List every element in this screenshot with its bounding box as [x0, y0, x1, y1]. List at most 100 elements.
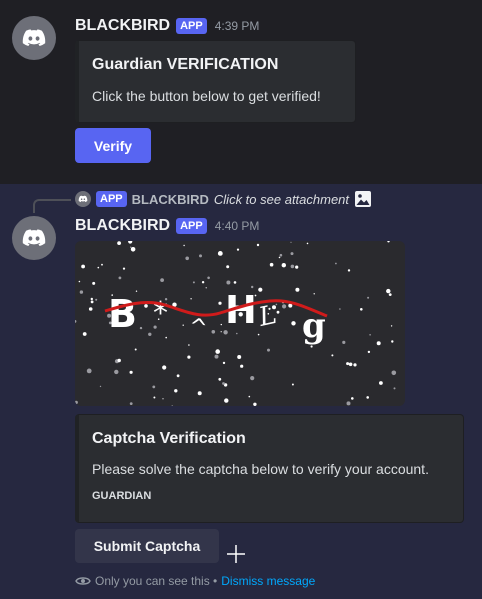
timestamp[interactable]: 4:40 PM — [215, 219, 260, 233]
captcha-noise-dot — [88, 307, 93, 311]
app-badge: APP — [176, 218, 207, 234]
captcha-noise-dot — [236, 332, 238, 335]
captcha-noise-dot — [90, 297, 93, 301]
captcha-noise-dot — [190, 298, 192, 300]
embed-description: Click the button below to get verified! — [92, 88, 321, 104]
captcha-noise-dot — [152, 385, 156, 389]
captcha-noise-dot — [218, 301, 222, 305]
captcha-noise-dot — [290, 252, 294, 256]
captcha-noise-dot — [291, 383, 294, 386]
captcha-noise-dot — [279, 253, 283, 257]
dismiss-message-link[interactable]: Dismiss message — [221, 574, 315, 588]
captcha-noise-dot — [75, 400, 78, 405]
captcha-noise-dot — [256, 243, 260, 247]
captcha-noise-dot — [118, 276, 122, 280]
captcha-noise-dot — [129, 370, 133, 374]
captcha-noise-dot — [291, 321, 296, 326]
captcha-glyph-2: * — [153, 296, 168, 331]
captcha-noise-dot — [240, 364, 244, 368]
captcha-noise-dot — [295, 265, 299, 269]
captcha-noise-dot — [391, 370, 397, 376]
author-name[interactable]: BLACKBIRD — [75, 17, 170, 35]
captcha-noise-dot — [339, 308, 341, 310]
captcha-noise-dot — [220, 331, 222, 333]
captcha-image[interactable]: B * ^ H L g — [75, 241, 405, 406]
captcha-noise-dot — [117, 241, 121, 245]
captcha-noise-dot — [130, 246, 132, 248]
captcha-noise-dot — [128, 241, 133, 244]
captcha-noise-dot — [217, 251, 223, 256]
ephemeral-text: Only you can see this • — [95, 574, 218, 588]
captcha-noise-dot — [160, 278, 164, 282]
captcha-noise-dot — [390, 325, 393, 327]
submit-captcha-button[interactable]: Submit Captcha — [75, 529, 219, 563]
captcha-noise-dot — [282, 304, 287, 309]
captcha-noise-dot — [101, 263, 103, 266]
embed-title: Captcha Verification — [92, 430, 246, 447]
captcha-noise-dot — [139, 326, 143, 330]
reply-preview[interactable]: APP BLACKBIRD Click to see attachment — [75, 190, 372, 208]
author-name[interactable]: BLACKBIRD — [75, 217, 170, 235]
captcha-noise-dot — [215, 349, 220, 354]
crosshair-cursor-icon — [227, 545, 245, 563]
captcha-noise-dot — [226, 265, 230, 269]
captcha-noise-dot — [226, 280, 231, 285]
reply-text[interactable]: Click to see attachment — [214, 192, 349, 207]
captcha-noise-dot — [369, 334, 371, 336]
captcha-glyph-3: ^ — [187, 314, 209, 341]
message-header: BLACKBIRD APP 4:40 PM — [75, 217, 259, 235]
bot-avatar[interactable] — [12, 216, 56, 260]
captcha-noise-dot — [165, 336, 167, 339]
captcha-noise-dot — [182, 324, 184, 326]
verify-button[interactable]: Verify — [75, 128, 151, 163]
captcha-noise-dot — [269, 262, 274, 267]
embed-title: Guardian VERIFICATION — [92, 56, 279, 73]
captcha-noise-dot — [201, 281, 205, 284]
captcha-noise-dot — [348, 362, 353, 367]
captcha-noise-dot — [267, 348, 270, 352]
captcha-noise-dot — [346, 362, 350, 366]
captcha-noise-dot — [75, 320, 77, 323]
captcha-noise-dot — [122, 267, 126, 270]
captcha-noise-dot — [78, 280, 81, 283]
captcha-noise-dot — [188, 344, 190, 346]
captcha-noise-dot — [388, 293, 392, 296]
captcha-noise-dot — [367, 350, 371, 354]
captcha-noise-dot — [276, 310, 280, 314]
captcha-noise-dot — [153, 396, 156, 399]
captcha-noise-dot — [347, 269, 351, 272]
captcha-noise-dot — [82, 332, 87, 336]
captcha-noise-dot — [99, 385, 102, 388]
captcha-noise-dot — [81, 264, 85, 269]
captcha-noise-dot — [351, 397, 354, 400]
captcha-noise-dot — [192, 281, 195, 284]
captcha-noise-dot — [346, 401, 351, 406]
captcha-noise-dot — [211, 330, 216, 334]
captcha-noise-dot — [222, 382, 225, 385]
captcha-noise-dot — [331, 354, 334, 357]
captcha-noise-dot — [275, 303, 278, 306]
captcha-noise-dot — [130, 247, 136, 252]
captcha-noise-dot — [197, 391, 202, 396]
embed-footer: GUARDIAN — [92, 490, 152, 502]
captcha-noise-dot — [185, 256, 189, 261]
captcha-noise-dot — [376, 341, 381, 346]
verification-embed: Guardian VERIFICATION Click the button b… — [75, 40, 356, 123]
captcha-noise-dot — [313, 293, 315, 295]
bot-avatar[interactable] — [12, 16, 56, 60]
captcha-noise-dot — [379, 381, 383, 385]
reply-avatar — [75, 191, 91, 207]
captcha-noise-dot — [391, 340, 394, 343]
discord-logo-icon — [78, 195, 88, 203]
message-header: BLACKBIRD APP 4:39 PM — [75, 17, 259, 35]
captcha-noise-dot — [148, 332, 152, 336]
captcha-noise-dot — [176, 374, 180, 378]
captcha-noise-dot — [387, 241, 390, 243]
reply-author[interactable]: BLACKBIRD — [132, 192, 209, 207]
captcha-noise-dot — [281, 263, 286, 268]
captcha-canvas: B * ^ H L g — [75, 241, 397, 406]
captcha-noise-dot — [386, 288, 391, 294]
timestamp[interactable]: 4:39 PM — [215, 19, 260, 33]
discord-logo-icon — [22, 29, 46, 47]
image-icon — [355, 191, 372, 207]
